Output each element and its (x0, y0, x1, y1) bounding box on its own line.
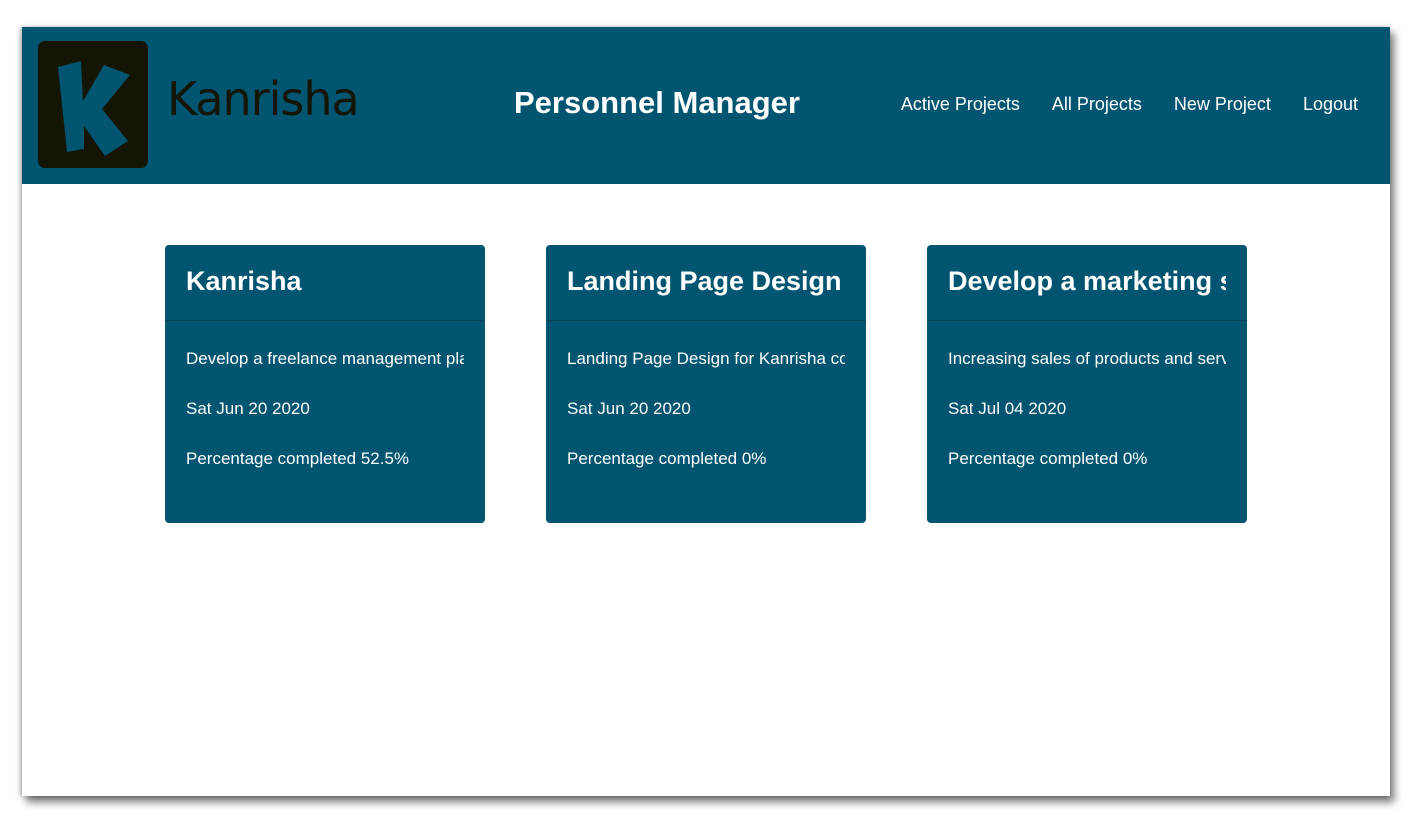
main-nav: Active Projects All Projects New Project… (901, 91, 1358, 117)
nav-active-projects[interactable]: Active Projects (901, 91, 1020, 117)
project-title: Develop a marketing st... (948, 266, 1226, 296)
page-title: Personnel Manager (514, 85, 800, 120)
project-title: Landing Page Design fo... (567, 266, 845, 296)
card-body: Landing Page Design for Kanrisha co... S… (546, 321, 866, 471)
nav-logout[interactable]: Logout (1303, 91, 1358, 117)
card-header: Landing Page Design fo... (546, 245, 866, 321)
project-card[interactable]: Develop a marketing st... Increasing sal… (927, 245, 1247, 523)
project-date: Sat Jun 20 2020 (567, 399, 691, 418)
card-body: Increasing sales of products and servi..… (927, 321, 1247, 471)
nav-new-project[interactable]: New Project (1174, 91, 1271, 117)
app-window: Kanrisha Personnel Manager Active Projec… (22, 27, 1390, 796)
nav-all-projects[interactable]: All Projects (1052, 91, 1142, 117)
k-letter-icon (58, 61, 130, 156)
project-description: Increasing sales of products and servi..… (948, 349, 1226, 368)
project-description: Develop a freelance management pla... (186, 349, 464, 368)
project-date: Sat Jun 20 2020 (186, 399, 310, 418)
project-title: Kanrisha (186, 266, 302, 296)
project-description: Landing Page Design for Kanrisha co... (567, 349, 845, 368)
top-header: Kanrisha Personnel Manager Active Projec… (22, 27, 1390, 184)
card-header: Kanrisha (165, 245, 485, 321)
project-progress: Percentage completed 52.5% (186, 449, 410, 468)
logo-text: Kanrisha (167, 72, 360, 126)
project-date: Sat Jul 04 2020 (948, 399, 1067, 418)
project-progress: Percentage completed 0% (567, 449, 767, 468)
card-header: Develop a marketing st... (927, 245, 1247, 321)
project-card[interactable]: Kanrisha Develop a freelance management … (165, 245, 485, 523)
card-body: Develop a freelance management pla... Sa… (165, 321, 485, 471)
project-progress: Percentage completed 0% (948, 449, 1148, 468)
project-card[interactable]: Landing Page Design fo... Landing Page D… (546, 245, 866, 523)
logo-icon[interactable] (38, 41, 148, 168)
